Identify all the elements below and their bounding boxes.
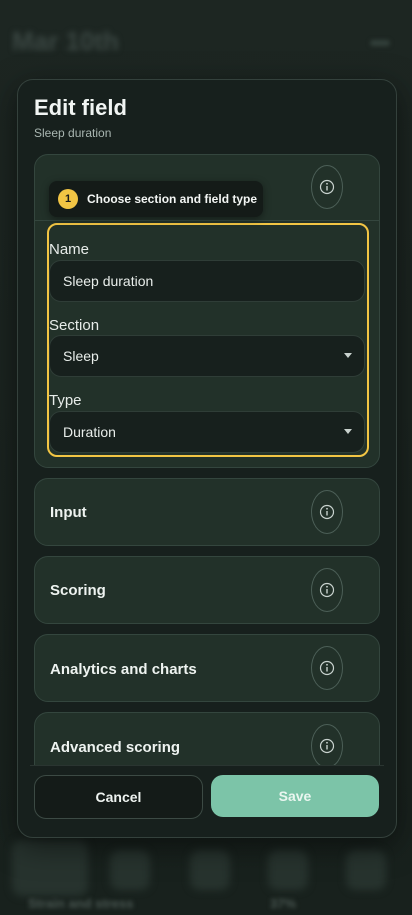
dialog-footer: Cancel Save — [30, 765, 384, 826]
type-select[interactable]: Duration — [49, 411, 365, 453]
edit-field-dialog: Edit field Sleep duration Input Scoring … — [17, 79, 397, 838]
section-select[interactable]: Sleep — [49, 335, 365, 377]
chevron-down-icon — [344, 353, 352, 358]
info-icon — [319, 504, 335, 520]
basics-info-button[interactable] — [311, 165, 343, 209]
section-card-analytics[interactable]: Analytics and charts — [34, 634, 380, 702]
more-icon — [370, 40, 390, 46]
type-label: Type — [49, 392, 82, 409]
dialog-title: Edit field — [34, 95, 127, 120]
dialog-subtitle: Sleep duration — [34, 126, 112, 140]
save-button[interactable]: Save — [211, 775, 379, 817]
section-title-scoring: Scoring — [50, 582, 106, 599]
input-info-button[interactable] — [311, 490, 343, 534]
section-title-input: Input — [50, 504, 87, 521]
section-card-input[interactable]: Input — [34, 478, 380, 546]
info-icon — [319, 582, 335, 598]
name-label: Name — [49, 241, 90, 258]
section-card-scoring[interactable]: Scoring — [34, 556, 380, 624]
background-footer-value: 37% — [270, 896, 297, 911]
tooltip-text: Choose section and field type — [87, 192, 258, 206]
name-field-value: Sleep duration — [63, 273, 154, 289]
background-nav-icon — [110, 850, 150, 890]
info-icon — [319, 660, 335, 676]
analytics-info-button[interactable] — [311, 646, 343, 690]
background-nav-icon — [268, 850, 308, 890]
section-title-advanced-scoring: Advanced scoring — [50, 739, 181, 756]
cancel-button[interactable]: Cancel — [34, 775, 203, 819]
step-badge: 1 — [58, 189, 78, 209]
info-icon — [319, 179, 335, 195]
name-field[interactable]: Sleep duration — [49, 260, 365, 302]
section-label: Section — [49, 317, 100, 334]
section-card-advanced-scoring[interactable]: Advanced scoring — [34, 712, 380, 765]
section-select-value: Sleep — [63, 348, 99, 364]
chevron-down-icon — [344, 429, 352, 434]
background-nav-icon — [346, 850, 386, 890]
info-icon — [319, 738, 335, 754]
background-thumbnail — [12, 840, 88, 896]
scoring-info-button[interactable] — [311, 568, 343, 612]
card-divider — [35, 220, 379, 221]
advanced-scoring-info-button[interactable] — [311, 724, 343, 765]
section-title-analytics: Analytics and charts — [50, 661, 197, 678]
onboarding-tooltip: 1 Choose section and field type — [49, 181, 263, 217]
type-select-value: Duration — [63, 424, 116, 440]
background-footer-label: Strain and stress — [28, 896, 134, 911]
background-title: Mar 10th — [12, 26, 119, 56]
background-nav-icon — [190, 850, 230, 890]
